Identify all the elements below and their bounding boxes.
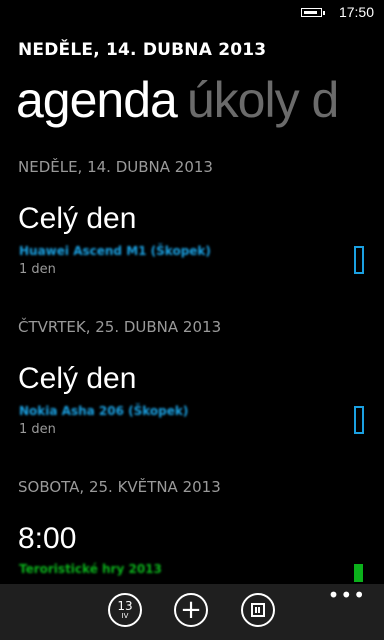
section-header: NEDĚLE, 14. DUBNA 2013 bbox=[18, 158, 213, 176]
event-duration: 1 den bbox=[19, 422, 56, 437]
today-day: 13 bbox=[117, 599, 133, 613]
event-color-marker bbox=[354, 564, 363, 582]
event-color-marker bbox=[354, 246, 364, 274]
section-header: SOBOTA, 25. KVĚTNA 2013 bbox=[18, 478, 221, 496]
event-color-marker bbox=[354, 406, 364, 434]
calendar-today-icon: 13 IV bbox=[117, 600, 132, 620]
calendar-grid-icon bbox=[251, 603, 265, 617]
event-duration: 1 den bbox=[19, 262, 56, 277]
calendar-view-button[interactable] bbox=[241, 593, 275, 627]
battery-icon bbox=[301, 8, 325, 17]
event-time: 8:00 bbox=[18, 522, 77, 555]
status-bar: 17:50 bbox=[0, 0, 384, 26]
pivot-item-ukoly[interactable]: úkoly d bbox=[187, 72, 339, 128]
pivot-item-agenda[interactable]: agenda bbox=[16, 72, 178, 128]
event-time: Celý den bbox=[18, 202, 137, 235]
add-event-button[interactable]: + bbox=[174, 593, 208, 627]
ellipsis-icon[interactable]: ••• bbox=[328, 585, 366, 605]
event-title: Huawei Ascend M1 (Škopek) bbox=[19, 244, 211, 258]
page-date-header: NEDĚLE, 14. DUBNA 2013 bbox=[18, 40, 267, 60]
plus-icon: + bbox=[180, 595, 202, 625]
status-clock: 17:50 bbox=[338, 4, 374, 20]
event-title: Teroristické hry 2013 bbox=[19, 562, 162, 576]
pivot-header: agenda úkoly d bbox=[16, 68, 339, 132]
battery-fill bbox=[304, 11, 317, 14]
event-title: Nokia Asha 206 (Škopek) bbox=[19, 404, 189, 418]
event-time: Celý den bbox=[18, 362, 137, 395]
section-header: ČTVRTEK, 25. DUBNA 2013 bbox=[18, 318, 222, 336]
today-month: IV bbox=[121, 612, 129, 620]
app-bar: 13 IV + ••• bbox=[0, 584, 384, 640]
today-button[interactable]: 13 IV bbox=[108, 593, 142, 627]
